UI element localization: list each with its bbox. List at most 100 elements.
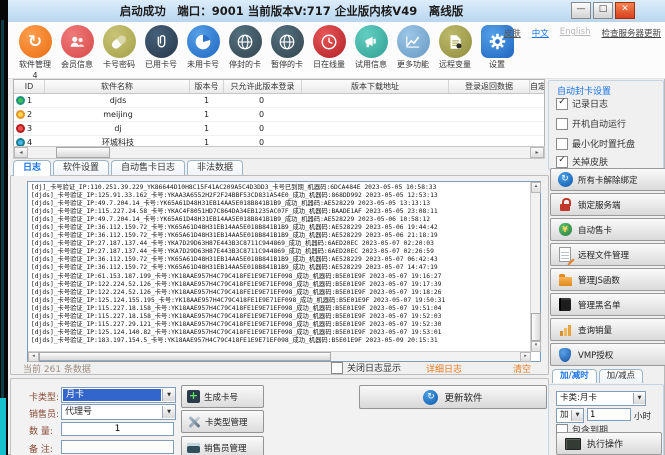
- selected-value: 加: [557, 410, 571, 421]
- table-horizontal-scrollbar[interactable]: ◂ ▸: [13, 146, 545, 159]
- detail-log-link[interactable]: 详细日志: [426, 362, 462, 375]
- manage-blacklist-button[interactable]: 管理黑名单: [550, 293, 665, 316]
- scroll-right-icon[interactable]: ▸: [520, 352, 531, 362]
- checkbox[interactable]: ✓: [556, 98, 568, 110]
- table-row[interactable]: 2 meijing 1 0: [14, 108, 544, 122]
- col-id[interactable]: ID: [14, 80, 45, 93]
- scroll-up-icon[interactable]: ▴: [531, 182, 541, 193]
- cell-download: [300, 108, 446, 121]
- button-label: 销售员管理: [204, 442, 247, 454]
- record-log-checkbox[interactable]: ✓ 记录日志: [556, 97, 608, 110]
- toolbar-item-more-functions[interactable]: 更多功能: [392, 22, 434, 78]
- col-version[interactable]: 版本号: [190, 80, 224, 93]
- checkbox[interactable]: ✓: [331, 362, 343, 374]
- cell-id: 3: [27, 122, 32, 135]
- checkbox[interactable]: ✓: [556, 118, 568, 130]
- cell-name: meijing: [46, 108, 190, 121]
- toolbar-item-unused-cards[interactable]: 未用卡号: [182, 22, 224, 78]
- refresh-icon: ↻: [423, 390, 438, 405]
- toolbar-item-trial-info[interactable]: 试用信息: [350, 22, 392, 78]
- chevron-down-icon[interactable]: ▼: [162, 406, 175, 418]
- cell-return: [446, 108, 526, 121]
- unbind-all-cards-button[interactable]: ↻ 所有卡解除绑定: [550, 168, 665, 191]
- log-line: [djds]_卡号验证_IP:36.112.159.72_卡号:YK65A61D…: [31, 264, 530, 272]
- toolbar-item-daily-online[interactable]: 日在线量: [308, 22, 350, 78]
- note-input[interactable]: [61, 440, 174, 454]
- execute-operation-button[interactable]: 执行操作: [556, 432, 662, 455]
- toolbar-item-software-manage[interactable]: ↻ 软件管理 4: [14, 22, 56, 78]
- log-line: [djds]_卡号验证_IP:49.7.204.14_卡号:YK65A61D48…: [31, 200, 530, 208]
- scrollbar-thumb[interactable]: [56, 147, 110, 158]
- table-row[interactable]: 3 dj 1 0: [14, 122, 544, 136]
- seller-select[interactable]: 代理号 ▼: [61, 404, 176, 420]
- toolbar-item-paused-cards[interactable]: 暂停的卡: [266, 22, 308, 78]
- scrollbar-thumb[interactable]: [39, 352, 331, 361]
- scroll-down-icon[interactable]: ▾: [531, 341, 541, 352]
- chevron-down-icon[interactable]: ▼: [162, 389, 175, 401]
- adjust-card-type-select[interactable]: 卡类:月卡 ▼: [556, 391, 646, 406]
- autostart-checkbox[interactable]: ✓ 开机自动运行: [556, 117, 626, 130]
- query-sales-button[interactable]: 查询销量: [550, 318, 665, 341]
- col-custom[interactable]: 自定义数据: [530, 80, 544, 93]
- col-login-return[interactable]: 登录返回数据: [449, 80, 530, 93]
- log-vertical-scrollbar[interactable]: ▴ ▾: [530, 182, 540, 352]
- titlebar[interactable]: 启动成功 端口：9001 当前版本V:717 企业版内核V49 离线版 — □ …: [8, 0, 665, 23]
- card-type-select[interactable]: 月卡 ▼: [61, 387, 176, 403]
- minimize-button[interactable]: —: [571, 2, 591, 19]
- checkbox-label: 开机自动运行: [572, 117, 626, 130]
- seller-manage-button[interactable]: 销售员管理: [181, 436, 264, 455]
- tab-auto-sell-log[interactable]: 自动售卡日志: [111, 160, 185, 176]
- operation-select[interactable]: 加 ▼: [556, 408, 584, 423]
- toolbar-label: 更多功能: [397, 60, 429, 69]
- card-type-manage-button[interactable]: 卡类型管理: [181, 410, 264, 433]
- chinese-link[interactable]: 中文: [532, 27, 549, 39]
- skin-link[interactable]: 皮肤: [504, 27, 521, 39]
- col-only-this-version[interactable]: 只允许此版本登录: [224, 80, 302, 93]
- scroll-left-icon[interactable]: ◂: [28, 352, 39, 362]
- checkbox[interactable]: ✓: [556, 138, 568, 150]
- toolbar-item-members[interactable]: 会员信息: [56, 22, 98, 78]
- chevron-down-icon[interactable]: ▼: [633, 393, 645, 404]
- remote-file-manager-button[interactable]: 远程文件管理: [550, 243, 665, 266]
- log-line: [djds]_卡号验证_IP:125.124.155.195_卡号:YK18AA…: [31, 297, 530, 305]
- log-textarea[interactable]: [dj]_卡号验证_IP:110.251.39.229_YK86644D10H8…: [27, 181, 541, 362]
- tab-add-subtract-points[interactable]: 加/减点: [599, 369, 643, 383]
- tab-add-subtract-time[interactable]: 加/减时: [552, 369, 597, 383]
- minimize-to-tray-checkbox[interactable]: ✓ 最小化时置托盘: [556, 137, 635, 150]
- adjust-value-input[interactable]: [587, 408, 631, 421]
- scroll-left-icon[interactable]: ◂: [14, 147, 28, 158]
- cell-download: [300, 122, 446, 135]
- scroll-right-icon[interactable]: ▸: [530, 147, 544, 158]
- tab-log[interactable]: 日志: [13, 160, 51, 176]
- update-software-button[interactable]: ↻ 更新软件: [359, 385, 547, 409]
- log-horizontal-scrollbar[interactable]: ◂ ▸: [28, 351, 531, 361]
- toolbar-item-used-cards[interactable]: 已用卡号: [140, 22, 182, 78]
- quantity-input[interactable]: [61, 422, 174, 436]
- toolbar-item-banned-cards[interactable]: 停封的卡: [224, 22, 266, 78]
- manage-js-functions-button[interactable]: 管理JS函数: [550, 268, 665, 291]
- auto-sell-button[interactable]: ¥ 自动售卡: [550, 218, 665, 241]
- app-window: 启动成功 端口：9001 当前版本V:717 企业版内核V49 离线版 — □ …: [0, 0, 665, 455]
- generate-card-button[interactable]: + 生成卡号: [181, 385, 264, 408]
- members-icon: [61, 25, 94, 58]
- tab-software-settings[interactable]: 软件设置: [53, 160, 109, 176]
- col-name[interactable]: 软件名称: [45, 80, 190, 93]
- scrollbar-thumb[interactable]: [531, 313, 541, 341]
- lock-server-button[interactable]: 锁定服务端: [550, 193, 665, 216]
- check-update-link[interactable]: 检查服务器更新: [601, 27, 661, 39]
- cell-custom: [526, 94, 544, 107]
- maximize-button[interactable]: □: [593, 2, 613, 19]
- chevron-down-icon[interactable]: ▼: [571, 410, 583, 421]
- close-button[interactable]: ✕: [615, 2, 635, 19]
- close-log-checkbox[interactable]: ✓ 关闭日志显示: [331, 361, 401, 374]
- tab-illegal-data[interactable]: 非法数据: [187, 160, 243, 176]
- col-download-url[interactable]: 版本下载地址: [302, 80, 449, 93]
- english-link[interactable]: English: [560, 27, 591, 39]
- log-lines: [dj]_卡号验证_IP:110.251.39.229_YK86644D10H8…: [29, 183, 530, 351]
- clear-log-link[interactable]: 清空: [513, 362, 531, 375]
- plus-icon: +: [187, 390, 200, 403]
- vmp-authorize-button[interactable]: VMP授权: [550, 343, 665, 366]
- table-row[interactable]: 1 djds 1 0: [14, 94, 544, 108]
- toolbar-item-card-password[interactable]: 卡号密码: [98, 22, 140, 78]
- toolbar-item-remote-variables[interactable]: 远程变量: [434, 22, 476, 78]
